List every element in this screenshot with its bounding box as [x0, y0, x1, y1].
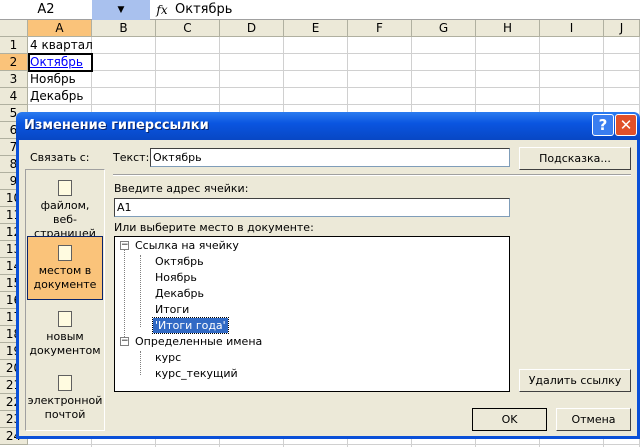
tree-node-defined-names[interactable]: Определенные имена [135, 334, 262, 349]
link-option-email[interactable]: электронной почтой [27, 375, 103, 422]
cell-ref-input[interactable]: A1 [114, 198, 510, 217]
select-all-corner[interactable] [0, 20, 28, 37]
tree-item[interactable]: Ноябрь [155, 270, 197, 285]
column-header-E[interactable]: E [284, 20, 348, 37]
tree-line [140, 255, 141, 327]
link-option-place-in-document[interactable]: местом в документе [27, 236, 103, 300]
tree-item[interactable]: курс [155, 350, 181, 365]
email-icon [58, 375, 72, 391]
column-header-D[interactable]: D [220, 20, 284, 37]
name-box[interactable]: A2 [0, 0, 92, 20]
tree-line [140, 351, 141, 375]
tree-line [124, 249, 125, 343]
gridline [28, 70, 640, 71]
collapse-icon[interactable]: − [120, 337, 129, 346]
column-header-C[interactable]: C [156, 20, 220, 37]
column-header-H[interactable]: H [476, 20, 540, 37]
separator [113, 174, 631, 176]
column-header-B[interactable]: B [92, 20, 156, 37]
function-icon[interactable]: fx [152, 0, 172, 20]
row-header-1[interactable]: 1 [0, 37, 28, 54]
web-page-icon [58, 180, 72, 196]
gridline [28, 53, 640, 54]
column-header-J[interactable]: J [604, 20, 640, 37]
column-header-F[interactable]: F [348, 20, 412, 37]
row-header-3[interactable]: 3 [0, 71, 28, 88]
tree-item[interactable]: Декабрь [155, 286, 204, 301]
formula-input[interactable]: Октябрь [175, 0, 232, 20]
collapse-icon[interactable]: − [120, 241, 129, 250]
close-button[interactable]: ✕ [615, 114, 637, 136]
text-label: Текст: [113, 151, 150, 164]
formula-bar: A2 ▼ fx Октябрь [0, 0, 640, 20]
column-header-A[interactable]: A [28, 20, 92, 37]
cancel-button[interactable]: Отмена [556, 408, 631, 431]
document-place-tree[interactable]: − Ссылка на ячейку Октябрь Ноябрь Декабр… [114, 236, 510, 392]
tree-item-selected[interactable]: 'Итоги года' [152, 317, 229, 334]
remove-link-button[interactable]: Удалить ссылку [519, 369, 631, 392]
cell-A3[interactable]: Ноябрь [30, 71, 76, 88]
cell-ref-label: Введите адрес ячейки: [114, 182, 249, 195]
ok-button[interactable]: OK [472, 408, 547, 431]
column-header-G[interactable]: G [412, 20, 476, 37]
link-option-new-document[interactable]: новым документом [27, 311, 103, 358]
new-document-icon [58, 311, 72, 327]
cell-A4[interactable]: Декабрь [30, 88, 83, 105]
place-label: Или выберите место в документе: [114, 221, 314, 234]
active-cell-border [28, 53, 93, 72]
cell-A1[interactable]: 4 квартал [30, 37, 93, 54]
row-header-2[interactable]: 2 [0, 54, 28, 71]
place-in-document-icon [58, 245, 72, 261]
gridline [28, 444, 640, 445]
tooltip-button[interactable]: Подсказка... [519, 147, 631, 170]
tree-item[interactable]: Итоги [155, 302, 189, 317]
help-button[interactable]: ? [592, 114, 614, 136]
link-to-label: Связать с: [30, 151, 90, 164]
name-box-dropdown-icon[interactable]: ▼ [92, 0, 150, 20]
text-input[interactable]: Октябрь [150, 148, 510, 167]
gridline [28, 104, 640, 105]
column-header-I[interactable]: I [540, 20, 604, 37]
gridline [28, 87, 640, 88]
dialog-title: Изменение гиперссылки [16, 112, 640, 140]
row-header-4[interactable]: 4 [0, 88, 28, 105]
tree-item[interactable]: курс_текущий [155, 366, 238, 381]
tree-node-cell-refs[interactable]: Ссылка на ячейку [135, 238, 239, 253]
link-option-web-page[interactable]: файлом, веб-страницей [27, 180, 103, 241]
tree-item[interactable]: Октябрь [155, 254, 204, 269]
